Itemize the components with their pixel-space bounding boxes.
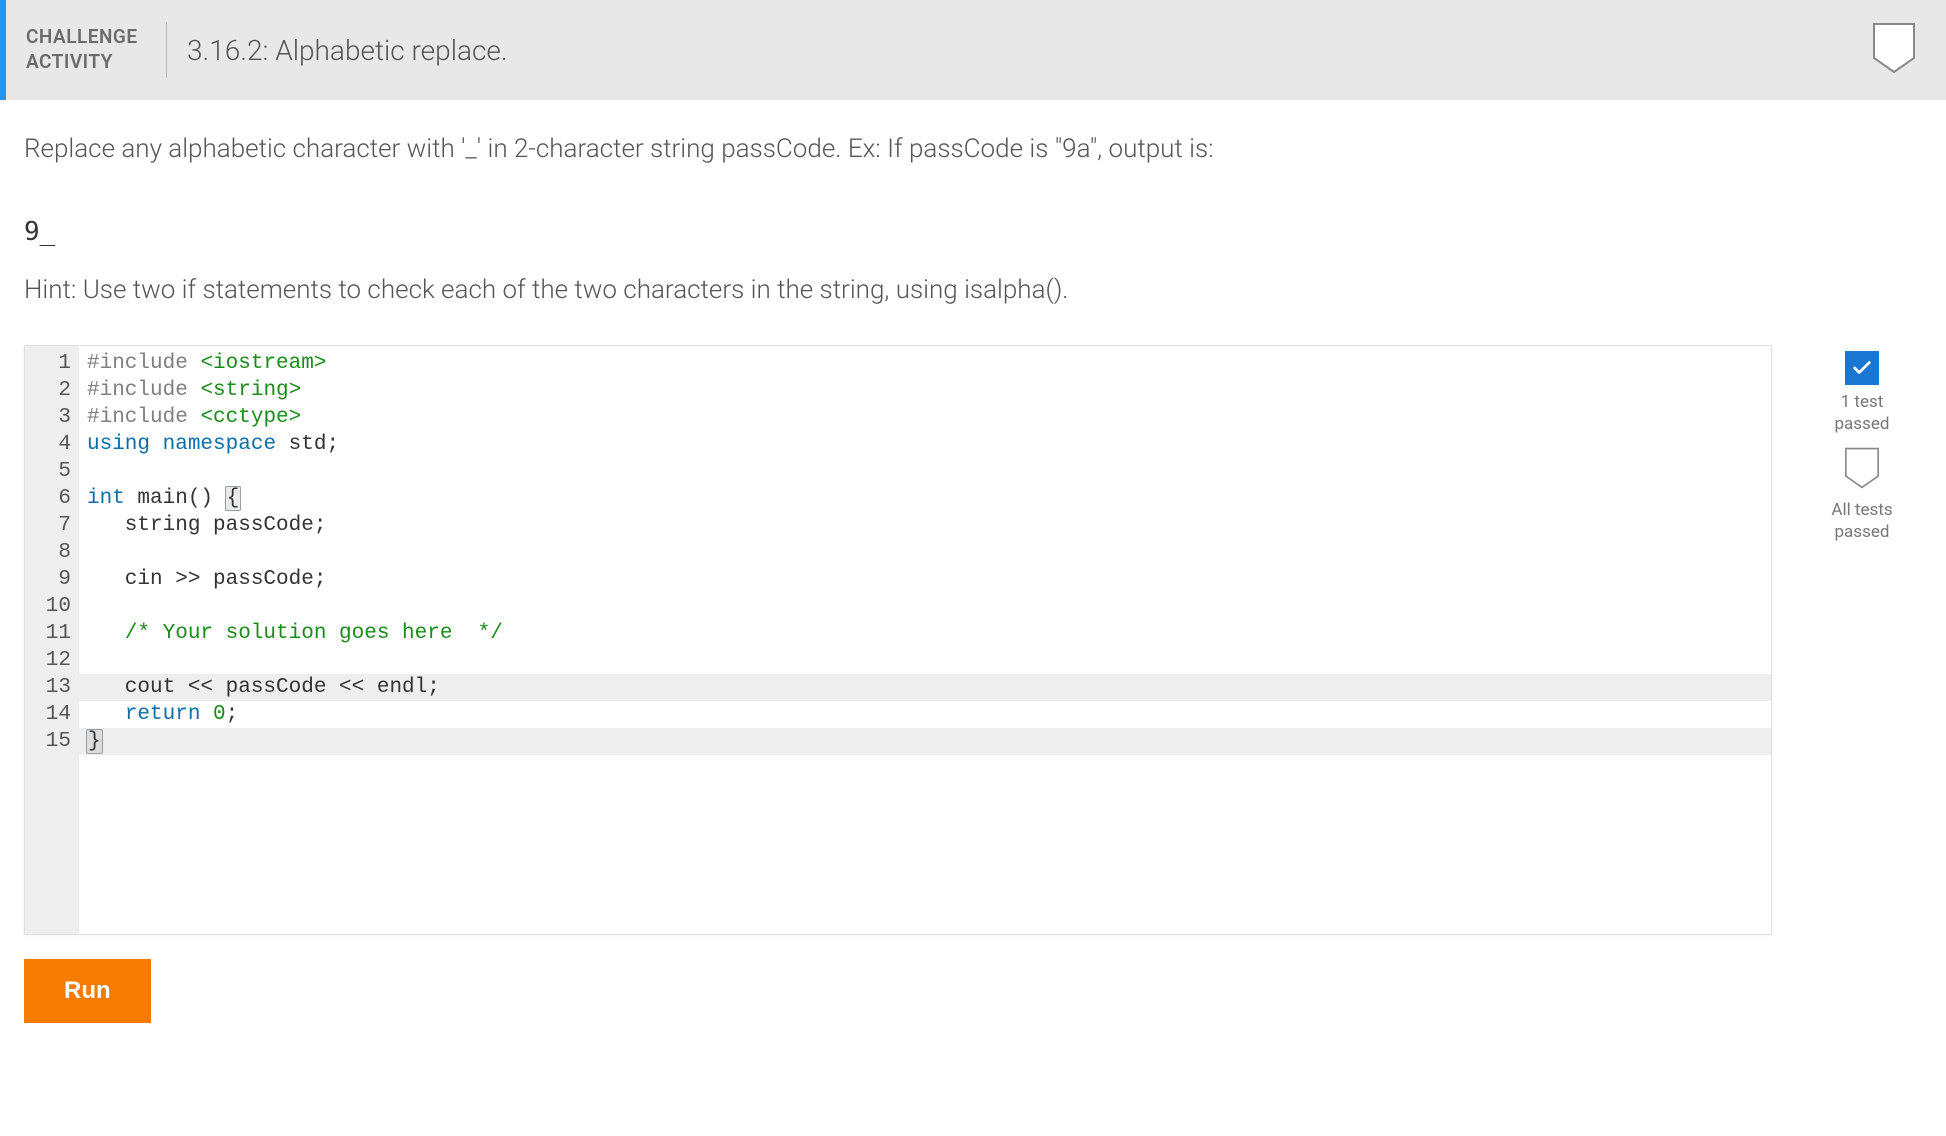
challenge-title: 3.16.2: Alphabetic replace. [187, 34, 508, 67]
test-status-panel: 1 test passed All tests passed [1802, 345, 1922, 935]
problem-description: Replace any alphabetic character with '_… [0, 100, 1946, 199]
challenge-header: CHALLENGE ACTIVITY 3.16.2: Alphabetic re… [0, 0, 1946, 100]
pocket-badge-small-icon [1844, 447, 1880, 493]
run-button[interactable]: Run [24, 959, 151, 1023]
pocket-badge-icon [1872, 22, 1916, 78]
code-editor[interactable]: 123456789101112131415 #include <iostream… [24, 345, 1772, 935]
example-output: 9_ [0, 199, 1946, 265]
code-text-area[interactable]: #include <iostream>#include <string>#inc… [79, 346, 1771, 934]
one-test-passed-block: 1 test passed [1835, 351, 1890, 435]
problem-hint: Hint: Use two if statements to check eac… [0, 265, 1946, 345]
one-test-line2: passed [1835, 413, 1890, 435]
all-tests-line1: All tests [1831, 499, 1892, 521]
challenge-label-line2: ACTIVITY [26, 50, 148, 75]
check-icon [1845, 351, 1879, 385]
challenge-activity-label: CHALLENGE ACTIVITY [26, 25, 166, 74]
all-tests-passed-block: All tests passed [1831, 447, 1892, 543]
challenge-label-line1: CHALLENGE [26, 25, 148, 50]
line-number-gutter: 123456789101112131415 [25, 346, 79, 934]
one-test-line1: 1 test [1835, 391, 1890, 413]
header-divider [166, 22, 167, 78]
all-tests-line2: passed [1831, 521, 1892, 543]
